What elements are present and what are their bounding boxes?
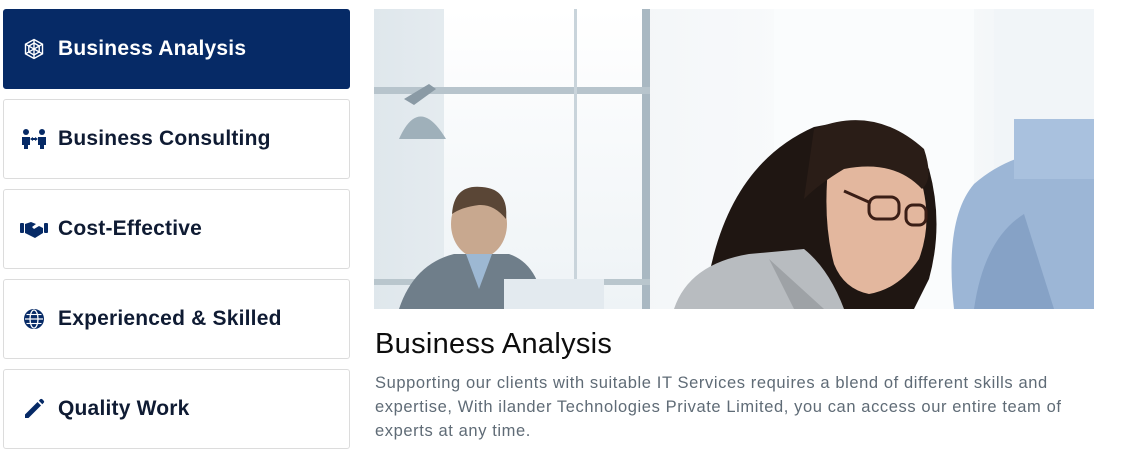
tab-experienced-skilled[interactable]: Experienced & Skilled bbox=[3, 279, 350, 359]
service-tabs: Business Analysis Business Consulting Co… bbox=[3, 9, 350, 459]
tab-label: Cost-Effective bbox=[58, 217, 202, 240]
tab-business-analysis[interactable]: Business Analysis bbox=[3, 9, 350, 89]
pencil-icon bbox=[20, 395, 48, 423]
tab-cost-effective[interactable]: Cost-Effective bbox=[3, 189, 350, 269]
tab-quality-work[interactable]: Quality Work bbox=[3, 369, 350, 449]
consulting-icon bbox=[20, 125, 48, 153]
tab-label: Business Consulting bbox=[58, 127, 271, 150]
tab-label: Experienced & Skilled bbox=[58, 307, 282, 330]
content-title: Business Analysis bbox=[375, 328, 613, 360]
analysis-icon bbox=[20, 35, 48, 63]
tab-business-consulting[interactable]: Business Consulting bbox=[3, 99, 350, 179]
tab-label: Quality Work bbox=[58, 397, 190, 420]
tab-label: Business Analysis bbox=[58, 37, 247, 60]
services-section: Business Analysis Business Consulting Co… bbox=[0, 0, 1124, 465]
globe-icon bbox=[20, 305, 48, 333]
hero-image bbox=[374, 9, 1094, 309]
handshake-icon bbox=[20, 215, 48, 243]
content-description: Supporting our clients with suitable IT … bbox=[375, 374, 1062, 440]
